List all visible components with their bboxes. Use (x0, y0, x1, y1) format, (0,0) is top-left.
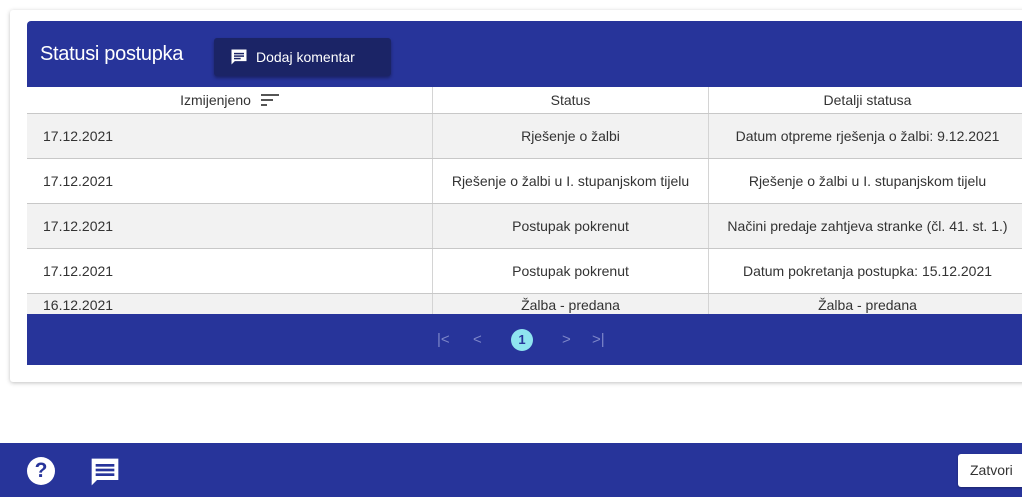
status-table: Izmijenjeno Status Detalji statusa 17.12… (27, 87, 1022, 317)
table-row[interactable]: 17.12.2021 Rješenje o žalbi u I. stupanj… (27, 158, 1022, 204)
cell-status: Rješenje o žalbi u I. stupanjskom tijelu (432, 158, 709, 204)
first-page-icon[interactable]: |< (437, 331, 450, 348)
last-page-icon[interactable]: >| (592, 331, 605, 348)
table-row[interactable]: 17.12.2021 Postupak pokrenut Načini pred… (27, 203, 1022, 249)
cell-changed: 17.12.2021 (27, 248, 433, 294)
column-header-details[interactable]: Detalji statusa (708, 87, 1022, 114)
cell-details: Načini predaje zahtjeva stranke (čl. 41.… (708, 203, 1022, 249)
page-button-current[interactable]: 1 (511, 329, 533, 351)
close-button[interactable]: Zatvori (958, 454, 1022, 487)
cell-status: Postupak pokrenut (432, 248, 709, 294)
footer-bar: ? Zatvori (0, 443, 1022, 497)
table-row[interactable]: 17.12.2021 Postupak pokrenut Datum pokre… (27, 248, 1022, 294)
prev-page-icon[interactable]: < (473, 331, 482, 348)
chat-icon[interactable] (89, 456, 121, 488)
sort-icon[interactable] (260, 94, 279, 106)
add-comment-button[interactable]: Dodaj komentar (214, 38, 391, 76)
panel-title: Statusi postupka (40, 43, 184, 65)
cell-details: Rješenje o žalbi u I. stupanjskom tijelu (708, 158, 1022, 204)
cell-changed: 17.12.2021 (27, 203, 433, 249)
cell-details: Datum pokretanja postupka: 15.12.2021 (708, 248, 1022, 294)
cell-status: Postupak pokrenut (432, 203, 709, 249)
cell-details: Datum otpreme rješenja o žalbi: 9.12.202… (708, 113, 1022, 159)
cell-changed: 17.12.2021 (27, 158, 433, 204)
cell-changed: 17.12.2021 (27, 113, 433, 159)
cell-status: Rješenje o žalbi (432, 113, 709, 159)
comment-icon (231, 49, 247, 65)
add-comment-label: Dodaj komentar (256, 49, 355, 65)
table-row[interactable]: 17.12.2021 Rješenje o žalbi Datum otprem… (27, 113, 1022, 159)
column-header-status[interactable]: Status (432, 87, 709, 114)
help-icon[interactable]: ? (27, 457, 55, 485)
column-header-changed[interactable]: Izmijenjeno (27, 87, 433, 114)
next-page-icon[interactable]: > (562, 331, 571, 348)
panel-header: Statusi postupka Dodaj komentar (27, 21, 1022, 87)
pagination-bar: |< < 1 > >| (27, 314, 1022, 365)
